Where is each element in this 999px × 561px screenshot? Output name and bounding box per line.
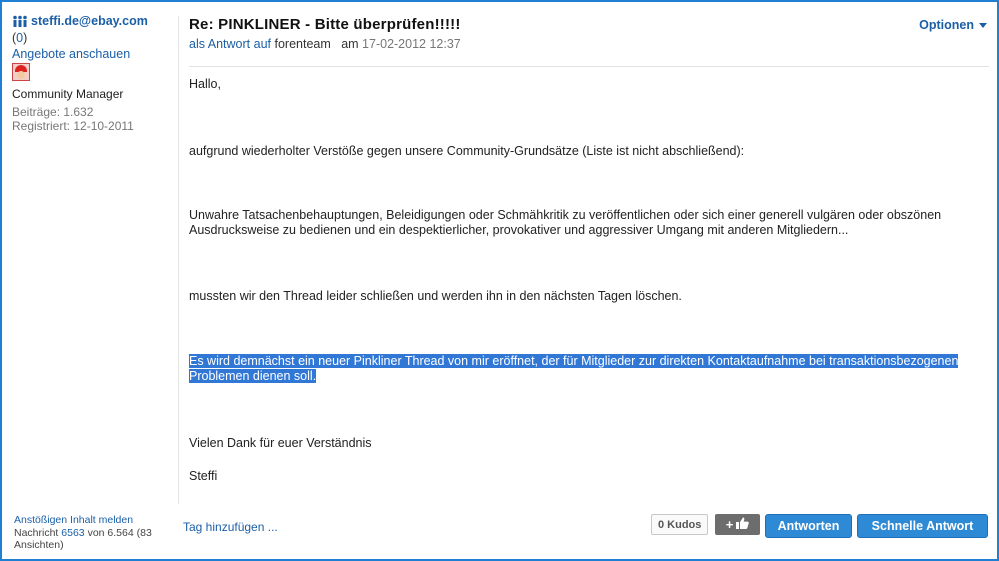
author-sidebar: steffi.de@ebay.com (0) Angebote anschaue… (12, 14, 172, 133)
message-prefix: Nachricht (14, 526, 59, 539)
options-label: Optionen (919, 18, 974, 32)
avatar[interactable] (12, 63, 30, 81)
plus-label: + (725, 517, 734, 532)
body-paragraph: Steffi (189, 469, 218, 483)
post-subject[interactable]: Re: PINKLINER - Bitte überprüfen!!!!! (189, 16, 989, 33)
add-tag-link[interactable]: Tag hinzufügen ... (183, 520, 278, 534)
chevron-down-icon (979, 22, 987, 28)
message-number[interactable]: 6563 (61, 527, 84, 539)
post-header: Re: PINKLINER - Bitte überprüfen!!!!! al… (189, 16, 989, 51)
reply-button[interactable]: Antworten (765, 514, 852, 538)
message-footer-info: Anstößigen Inhalt melden Nachricht 6563 … (14, 514, 174, 552)
give-kudos-button[interactable]: + (715, 514, 760, 535)
post-meta: als Antwort auf forenteam am 17-02-2012 … (189, 37, 989, 51)
options-menu[interactable]: Optionen (919, 18, 987, 32)
date-prefix: am (341, 37, 359, 51)
author-row: steffi.de@ebay.com (12, 14, 172, 28)
author-link[interactable]: steffi.de@ebay.com (31, 14, 148, 28)
post-date: 17-02-2012 12:37 (362, 37, 461, 51)
thumbs-up-icon (736, 517, 750, 532)
kudos-count-box: 0 Kudos (651, 514, 709, 535)
kudos-close: ) (23, 31, 28, 45)
in-reply-to-link[interactable]: als Antwort auf (189, 37, 271, 51)
author-rank: Community Manager (12, 87, 124, 101)
header-divider (189, 66, 989, 67)
author-registered: Registriert: 12-10-2011 (12, 119, 134, 133)
body-paragraph: Unwahre Tatsachenbehauptungen, Beleidigu… (189, 208, 942, 237)
body-paragraph: Hallo, (189, 77, 221, 91)
body-paragraph: Vielen Dank für euer Verständnis (189, 436, 372, 450)
reply-user[interactable]: forenteam (274, 37, 330, 51)
view-offers-link[interactable]: Angebote anschauen (12, 47, 172, 61)
users-icon (12, 15, 28, 27)
author-posts: Beiträge: 1.632 (12, 105, 94, 119)
column-divider (178, 16, 179, 504)
author-kudos-count: (0) (12, 31, 172, 45)
report-content-link[interactable]: Anstößigen Inhalt melden (14, 514, 174, 527)
quick-reply-button[interactable]: Schnelle Antwort (857, 514, 988, 538)
body-paragraph-selected: Es wird demnächst ein neuer Pinkliner Th… (189, 354, 989, 384)
selected-text: Es wird demnächst ein neuer Pinkliner Th… (189, 354, 959, 383)
body-paragraph: mussten wir den Thread leider schließen … (189, 289, 682, 303)
body-paragraph: aufgrund wiederholter Verstöße gegen uns… (189, 144, 745, 158)
